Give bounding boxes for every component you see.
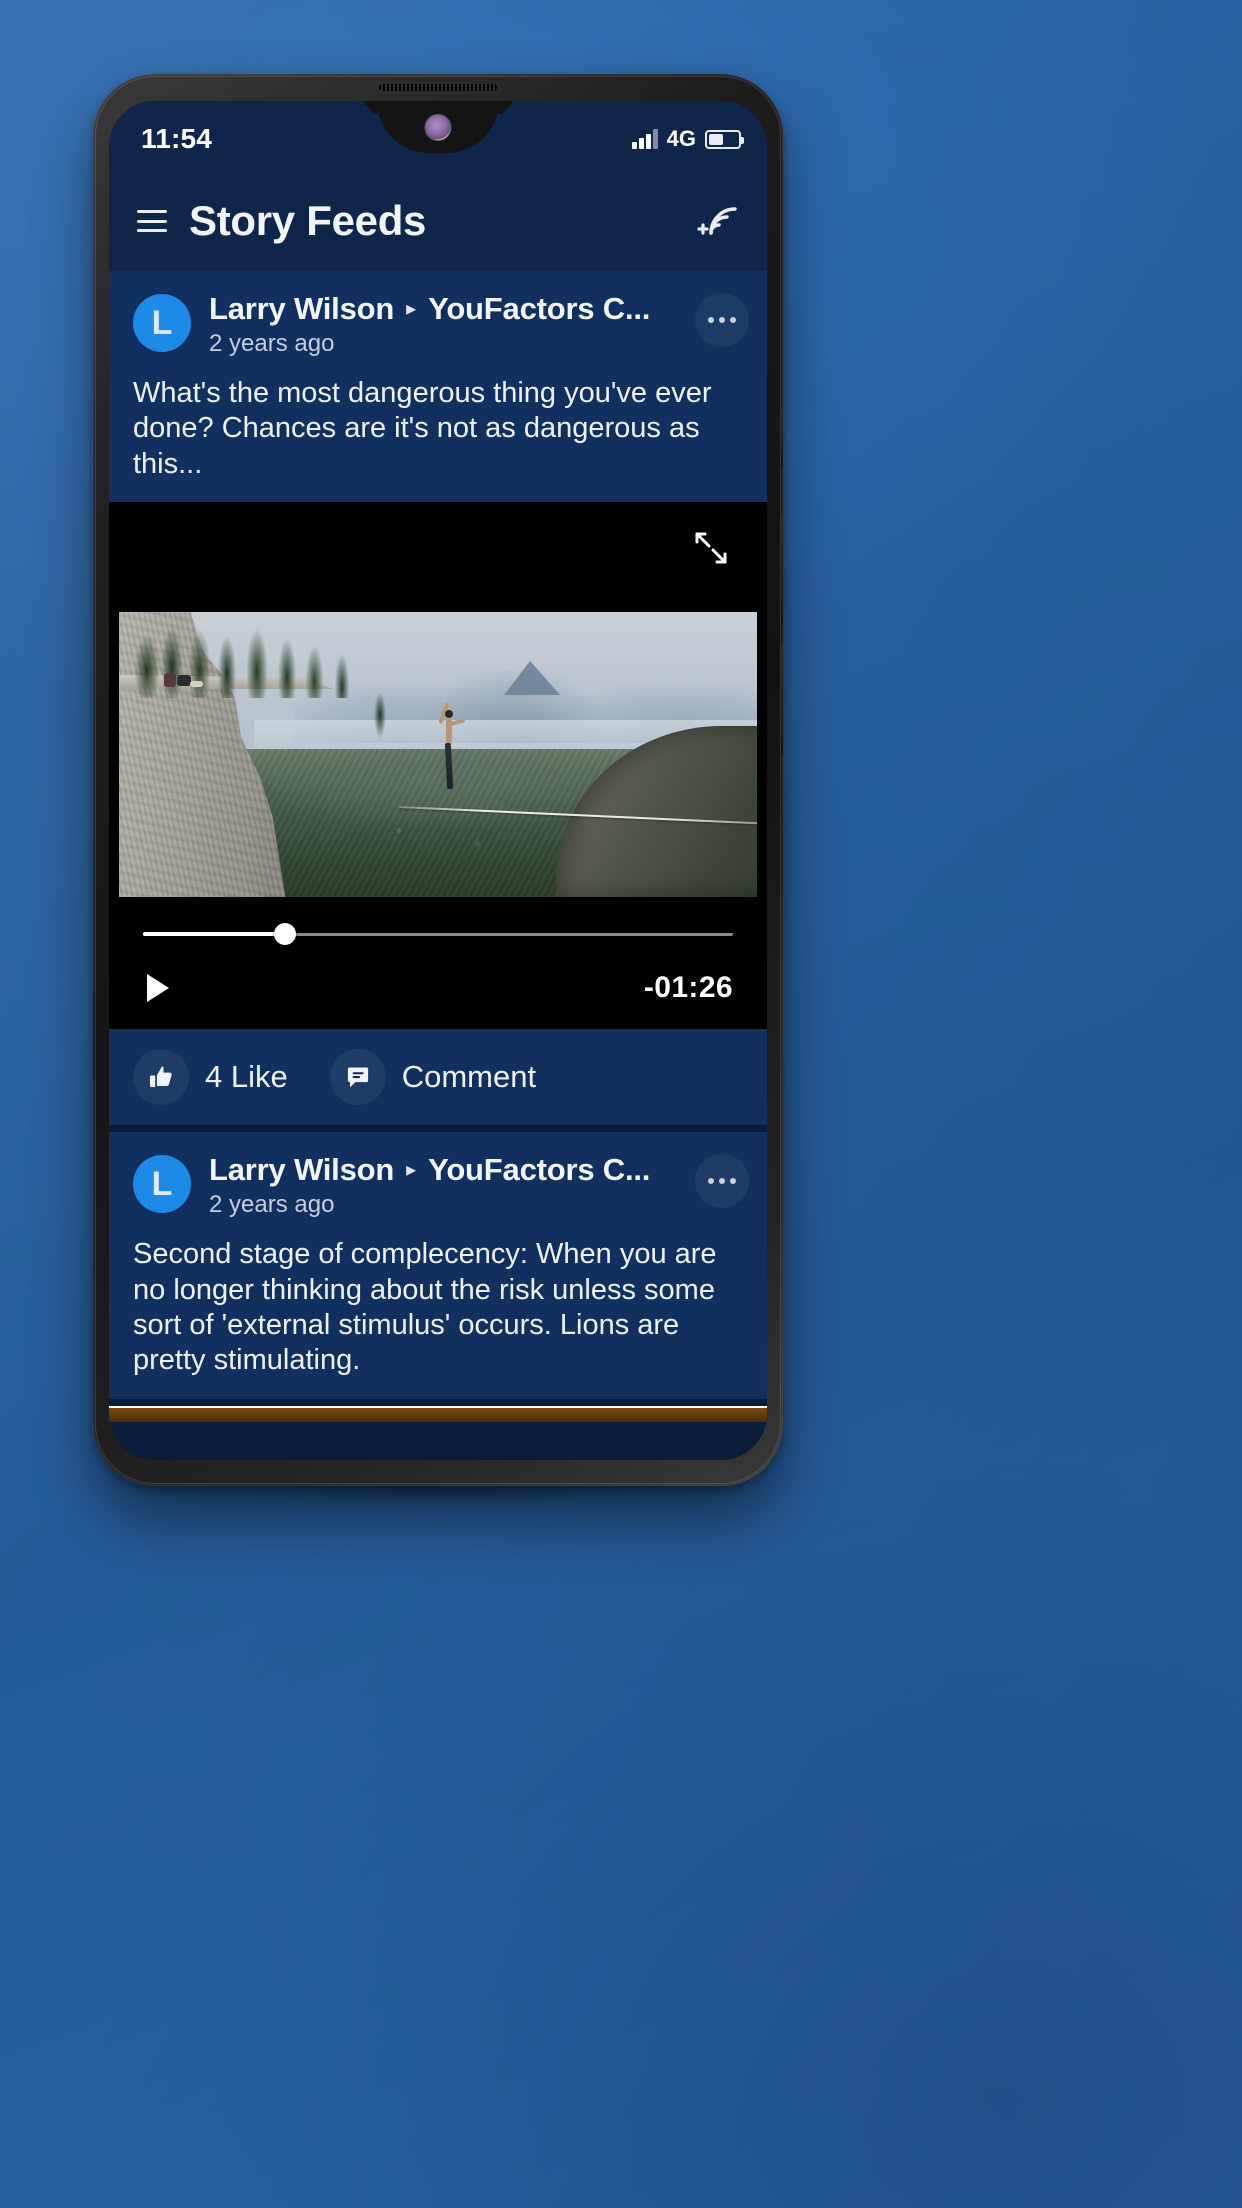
video-player-controls: -01:26 (109, 897, 767, 1030)
feed-post[interactable]: L Larry Wilson ▸ YouFactors C... 2 years… (109, 1132, 767, 1399)
signal-bars-icon (631, 129, 658, 149)
video-peak (503, 660, 560, 695)
post-header: L Larry Wilson ▸ YouFactors C... 2 years… (109, 1132, 767, 1233)
player-row: -01:26 (143, 971, 733, 1005)
time-remaining-label: -01:26 (643, 971, 733, 1005)
post-meta: Larry Wilson ▸ YouFactors C... 2 years a… (209, 1152, 677, 1219)
post-media[interactable]: -01:26 (109, 502, 767, 1030)
feed-post[interactable]: L Larry Wilson ▸ YouFactors C... 2 years… (109, 271, 767, 1126)
like-label: 4 Like (205, 1059, 288, 1095)
expand-fullscreen-icon[interactable] (691, 528, 731, 568)
phone-screen: 11:54 4G Story Feeds L Larry Wilson ▸ Yo… (109, 101, 767, 1460)
volume-up-button[interactable] (781, 514, 783, 624)
breadcrumb-arrow-icon: ▸ (406, 298, 417, 320)
more-options-icon[interactable] (695, 293, 749, 347)
volume-down-button[interactable] (781, 644, 783, 754)
video-trees (122, 612, 373, 698)
screenshot-canvas: 11:54 4G Story Feeds L Larry Wilson ▸ Yo… (0, 0, 1242, 2208)
earpiece-speaker (379, 84, 497, 91)
hamburger-menu-icon[interactable] (137, 210, 167, 232)
post-channel[interactable]: YouFactors C... (428, 1152, 650, 1188)
post-author[interactable]: Larry Wilson (209, 291, 394, 327)
avatar[interactable]: L (133, 294, 191, 352)
video-lone-tree (372, 680, 389, 743)
video-frame[interactable] (109, 612, 767, 898)
video-letterbox-left (109, 612, 119, 898)
breadcrumb-arrow-icon: ▸ (406, 1159, 417, 1182)
comment-label: Comment (401, 1059, 537, 1095)
video-letterbox-right (757, 612, 767, 898)
thumbs-up-icon (133, 1049, 189, 1106)
status-clock: 11:54 (141, 123, 213, 154)
front-camera-icon (425, 115, 451, 140)
post-header: L Larry Wilson ▸ YouFactors C... 2 years… (109, 271, 767, 372)
post-timestamp: 2 years ago (209, 1191, 335, 1219)
comment-button[interactable]: Comment (329, 1049, 537, 1106)
scrubber-handle[interactable] (273, 923, 296, 946)
video-spectators (162, 669, 204, 691)
video-scrubber[interactable] (143, 923, 733, 946)
comment-bubble-icon (329, 1049, 386, 1106)
post-timestamp: 2 years ago (209, 330, 335, 357)
app-bar: Story Feeds (109, 171, 767, 271)
scrubber-progress (143, 932, 285, 937)
phone-device: 11:54 4G Story Feeds L Larry Wilson ▸ Yo… (93, 74, 783, 1486)
video-slackliner (438, 700, 466, 812)
media-top-bar (109, 502, 767, 613)
add-rss-feed-icon[interactable] (693, 199, 741, 243)
like-button[interactable]: 4 Like (133, 1049, 288, 1106)
post-meta: Larry Wilson ▸ YouFactors C... 2 years a… (209, 291, 677, 358)
post-text: Second stage of complecency: When you ar… (133, 1238, 717, 1377)
power-button[interactable] (781, 404, 783, 470)
avatar[interactable]: L (133, 1155, 191, 1214)
post-actions: 4 Like Comment (109, 1029, 767, 1126)
post-author[interactable]: Larry Wilson (209, 1152, 394, 1188)
more-options-icon[interactable] (695, 1154, 749, 1209)
page-title: Story Feeds (189, 197, 427, 244)
post-channel[interactable]: YouFactors C... (428, 291, 650, 327)
post-text: What's the most dangerous thing you've e… (133, 377, 712, 480)
battery-icon (705, 129, 744, 149)
play-icon[interactable] (147, 974, 169, 1003)
story-feed-list[interactable]: L Larry Wilson ▸ YouFactors C... 2 years… (109, 271, 767, 1460)
network-type-label: 4G (666, 126, 696, 151)
bottom-edge-glow (109, 1405, 767, 1422)
status-indicators: 4G (631, 126, 744, 151)
